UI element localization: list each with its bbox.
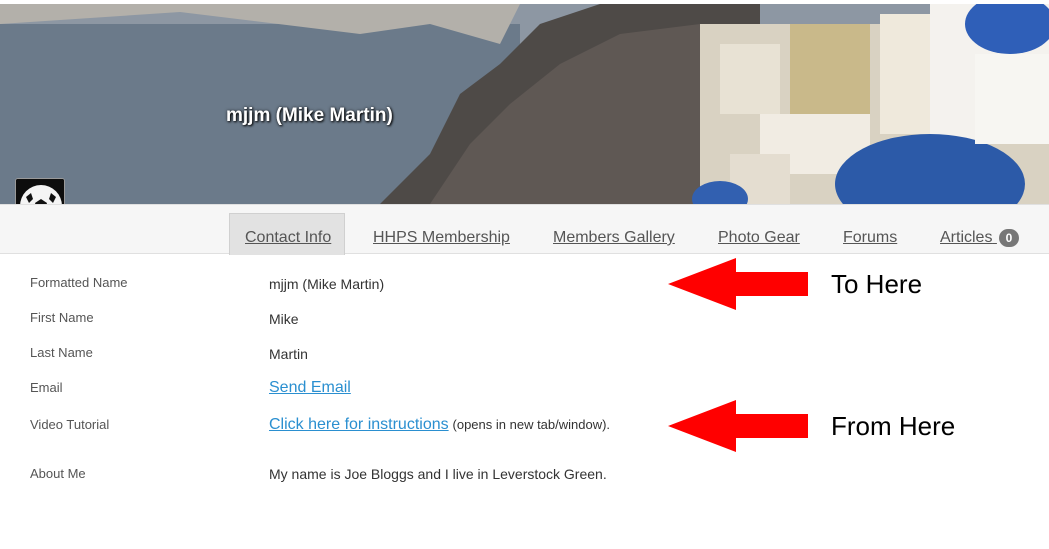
left-arrow-icon — [668, 400, 808, 452]
send-email-link[interactable]: Send Email — [269, 379, 351, 396]
video-tutorial-value: Click here for instructions (opens in ne… — [269, 416, 610, 434]
last-name-label: Last Name — [30, 345, 93, 360]
profile-banner: mjjm (Mike Martin) — [0, 4, 1049, 204]
annotation-from-here: From Here — [831, 411, 956, 441]
tab-label: Members Gallery — [553, 229, 675, 246]
email-value: Send Email — [269, 379, 351, 397]
banner-image — [0, 4, 1049, 204]
formatted-name-value: mjjm (Mike Martin) — [269, 276, 385, 292]
tab-articles[interactable]: Articles 0 — [925, 213, 1034, 255]
tab-forums[interactable]: Forums — [828, 213, 912, 255]
tab-label: Photo Gear — [718, 229, 800, 246]
tab-label: HHPS Membership — [373, 229, 510, 246]
last-name-value: Martin — [269, 346, 308, 362]
first-name-label: First Name — [30, 310, 94, 325]
tab-hhps-membership[interactable]: HHPS Membership — [358, 213, 525, 255]
tab-label: Contact Info — [245, 229, 332, 246]
tab-label: Articles — [940, 229, 993, 246]
tab-photo-gear[interactable]: Photo Gear — [703, 213, 815, 255]
video-tutorial-label: Video Tutorial — [30, 417, 110, 432]
articles-count-badge: 0 — [998, 228, 1019, 247]
tab-members-gallery[interactable]: Members Gallery — [538, 213, 690, 255]
profile-tabs: Contact Info HHPS Membership Members Gal… — [0, 204, 1049, 255]
tab-contact-info[interactable]: Contact Info — [229, 213, 345, 255]
tab-label: Forums — [843, 229, 898, 246]
profile-display-name: mjjm (Mike Martin) — [226, 105, 393, 126]
about-me-value: My name is Joe Bloggs and I live in Leve… — [269, 466, 607, 482]
about-me-label: About Me — [30, 466, 86, 481]
formatted-name-label: Formatted Name — [30, 275, 128, 290]
annotation-to-here: To Here — [831, 269, 923, 299]
email-label: Email — [30, 380, 63, 395]
first-name-value: Mike — [269, 311, 299, 327]
new-tab-note: (opens in new tab/window). — [452, 417, 611, 432]
left-arrow-icon — [668, 258, 808, 310]
instructions-link[interactable]: Click here for instructions — [269, 416, 449, 433]
